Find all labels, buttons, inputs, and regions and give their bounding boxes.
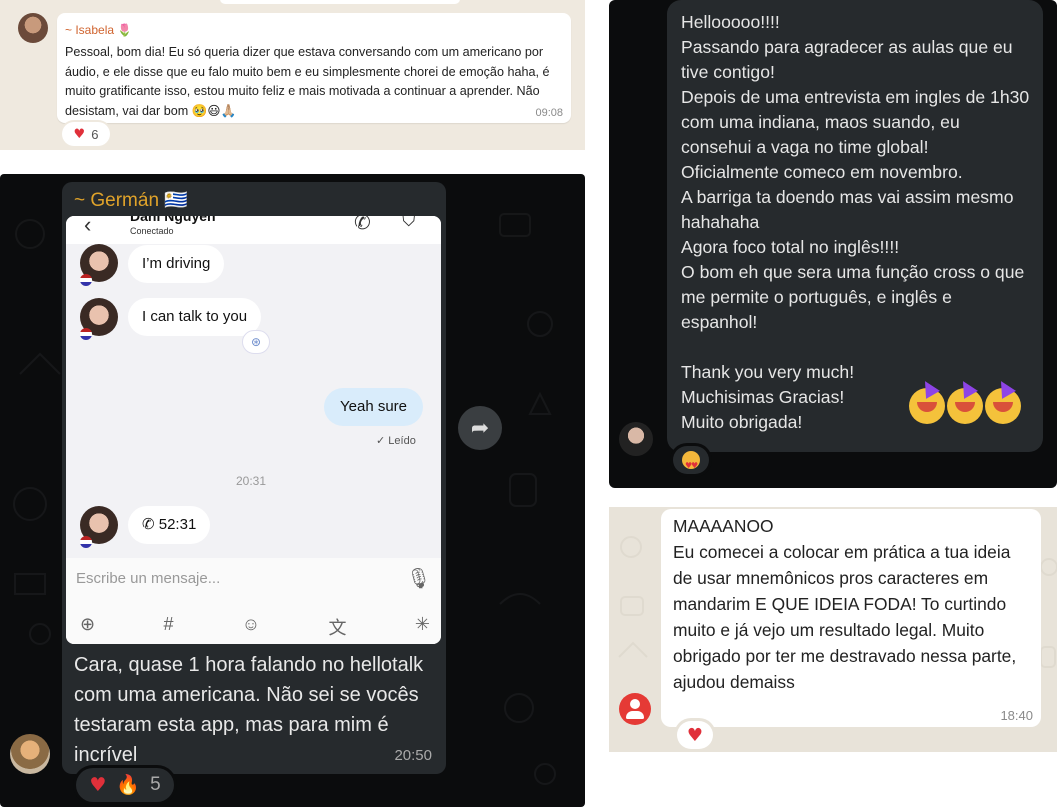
- forward-button[interactable]: ➦: [458, 406, 502, 450]
- party-face-icon: [947, 388, 983, 424]
- translate-icon: 文: [328, 618, 347, 638]
- message-line: Depois de uma entrevista em ingles de 1h…: [681, 87, 1030, 157]
- phone-icon: ✆: [142, 516, 159, 533]
- message-text: Pessoal, bom dia! Eu só queria dizer que…: [65, 45, 550, 118]
- previous-message-edge: [220, 0, 460, 4]
- avatar[interactable]: [18, 13, 48, 43]
- received-message: I’m driving: [128, 245, 225, 283]
- flag-icon: [80, 328, 92, 340]
- reaction-count: 5: [150, 774, 161, 795]
- divider-time: 20:31: [236, 474, 267, 488]
- chat-panel-thanks: Hellooooo!!!! Passando para agradecer as…: [609, 0, 1057, 488]
- message-text: Cara, quase 1 hora falando no hellotalk …: [74, 654, 424, 766]
- input-toolbar: ⊕ # ☺ 文 ✳: [80, 614, 430, 640]
- message-time: 18:40: [1000, 708, 1033, 723]
- flag-icon: [80, 536, 92, 548]
- message-line: A barriga ta doendo mas vai assim mesmo …: [681, 187, 1014, 232]
- party-face-icon: [985, 388, 1021, 424]
- heart-eyes-icon: [682, 451, 700, 480]
- call-duration: 52:31: [158, 516, 197, 533]
- plus-icon: ⊕: [80, 614, 96, 634]
- contact-name: Dani Nguyen: [130, 216, 216, 224]
- hashtag-icon: #: [163, 614, 174, 634]
- received-message: I can talk to you: [128, 298, 262, 336]
- party-emojis: [909, 388, 1021, 424]
- sender-name: ~ Isabela 🌷: [65, 23, 133, 37]
- message-bubble[interactable]: Hellooooo!!!! Passando para agradecer as…: [667, 0, 1043, 452]
- sparkle-icon: ✳: [414, 614, 430, 634]
- chat-panel-isabela: ~ Isabela 🌷 Pessoal, bom dia! Eu só quer…: [0, 0, 585, 150]
- message-time: 20:50: [394, 747, 432, 764]
- message-line: O bom eh que sera uma função cross o que…: [681, 262, 1025, 332]
- reaction-count: 6: [91, 126, 99, 142]
- sent-message: Yeah sure: [324, 388, 424, 426]
- message-body: Eu comecei a colocar em prática a tua id…: [673, 542, 1017, 692]
- message-line: Oficialmente comeco em novembro.: [681, 162, 963, 182]
- chat-panel-german: ~ Germán 🇺🇾 ‹ Dani Nguyen Conectado ✆ ⛉ …: [0, 174, 585, 807]
- message-line: Passando para agradecer as aulas que eu …: [681, 37, 1013, 82]
- forward-icon: ➦: [470, 415, 490, 440]
- heart-icon: ♥: [686, 725, 704, 746]
- check-icon: ✓: [376, 435, 389, 447]
- emoji-icon: ☺: [241, 614, 261, 634]
- message-text: Hellooooo!!!! Passando para agradecer as…: [681, 10, 1031, 435]
- reaction-badge[interactable]: ♥ 6: [62, 122, 110, 146]
- reaction-badge[interactable]: [673, 446, 709, 480]
- read-label: Leído: [388, 435, 416, 447]
- chat-panel-mandarim: MAAAANOO Eu comecei a colocar em prática…: [609, 507, 1057, 752]
- translate-icon: ⊛: [242, 330, 270, 354]
- default-avatar-icon[interactable]: [619, 693, 651, 725]
- party-face-icon: [909, 388, 945, 424]
- avatar[interactable]: [10, 734, 50, 774]
- shield-icon: ⛉: [402, 216, 416, 230]
- message-input-placeholder: Escribe un mensaje...: [76, 570, 221, 587]
- message-title: MAAAANOO: [673, 516, 774, 536]
- reaction-badge[interactable]: ♥: [677, 721, 713, 749]
- flag-icon: [80, 274, 92, 286]
- message-line: Agora foco total no inglês!!!!: [681, 237, 900, 257]
- hellotalk-screenshot[interactable]: ‹ Dani Nguyen Conectado ✆ ⛉ I’m driving …: [66, 216, 441, 644]
- message-bubble[interactable]: MAAAANOO Eu comecei a colocar em prática…: [661, 509, 1041, 727]
- heart-icon: ♥: [89, 774, 107, 796]
- microphone-icon: 🎙: [406, 568, 432, 590]
- sender-name: ~ Germán 🇺🇾: [74, 190, 188, 211]
- phone-icon: ✆: [354, 216, 371, 234]
- message-bubble[interactable]: ~ Isabela 🌷 Pessoal, bom dia! Eu só quer…: [57, 13, 571, 123]
- reaction-badge[interactable]: ♥ 🔥 5: [76, 768, 174, 802]
- screenshot-header: ‹ Dani Nguyen Conectado ✆ ⛉: [66, 216, 441, 244]
- message-text: MAAAANOO Eu comecei a colocar em prática…: [673, 513, 1033, 695]
- contact-status: Conectado: [130, 226, 174, 236]
- message-bubble[interactable]: ~ Germán 🇺🇾 ‹ Dani Nguyen Conectado ✆ ⛉ …: [62, 182, 446, 774]
- closing-line: Thank you very much!: [681, 362, 855, 382]
- fire-icon: 🔥: [116, 775, 141, 796]
- back-arrow-icon: ‹: [84, 216, 92, 237]
- message-time: 09:08: [535, 107, 563, 119]
- read-status: ✓ Leído: [376, 434, 416, 447]
- avatar[interactable]: [619, 422, 653, 456]
- message-line: Hellooooo!!!!: [681, 12, 780, 32]
- call-message: ✆ 52:31: [128, 506, 211, 544]
- screenshot-input-bar: Escribe un mensaje... 🎙 ⊕ # ☺ 文 ✳: [66, 558, 441, 644]
- heart-icon: ♥: [73, 126, 86, 142]
